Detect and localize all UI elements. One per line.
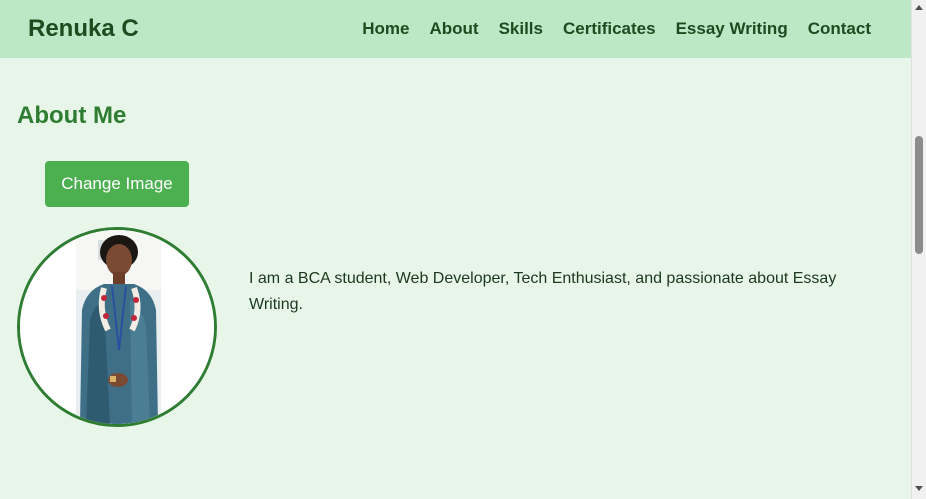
profile-photo-illustration (20, 230, 214, 424)
site-brand[interactable]: Renuka C (28, 15, 139, 43)
page: Renuka C Home About Skills Certificates … (0, 0, 926, 499)
scrollbar-thumb[interactable] (915, 136, 923, 254)
profile-photo (17, 227, 217, 427)
nav-link-about[interactable]: About (429, 19, 478, 39)
viewport: Renuka C Home About Skills Certificates … (0, 0, 911, 499)
nav-link-skills[interactable]: Skills (499, 19, 543, 39)
about-bio-text: I am a BCA student, Web Developer, Tech … (249, 270, 837, 313)
nav-link-essay-writing[interactable]: Essay Writing (676, 19, 788, 39)
vertical-scrollbar[interactable] (911, 0, 926, 499)
nav-link-contact[interactable]: Contact (808, 19, 871, 39)
scroll-up-arrow-icon[interactable] (915, 5, 923, 10)
change-image-button[interactable]: Change Image (45, 161, 189, 207)
nav-link-home[interactable]: Home (362, 19, 409, 39)
scroll-down-arrow-icon[interactable] (915, 486, 923, 491)
nav-menu: Home About Skills Certificates Essay Wri… (362, 19, 871, 39)
nav-link-certificates[interactable]: Certificates (563, 19, 656, 39)
navbar: Renuka C Home About Skills Certificates … (0, 0, 911, 58)
about-section-title: About Me (17, 102, 127, 129)
